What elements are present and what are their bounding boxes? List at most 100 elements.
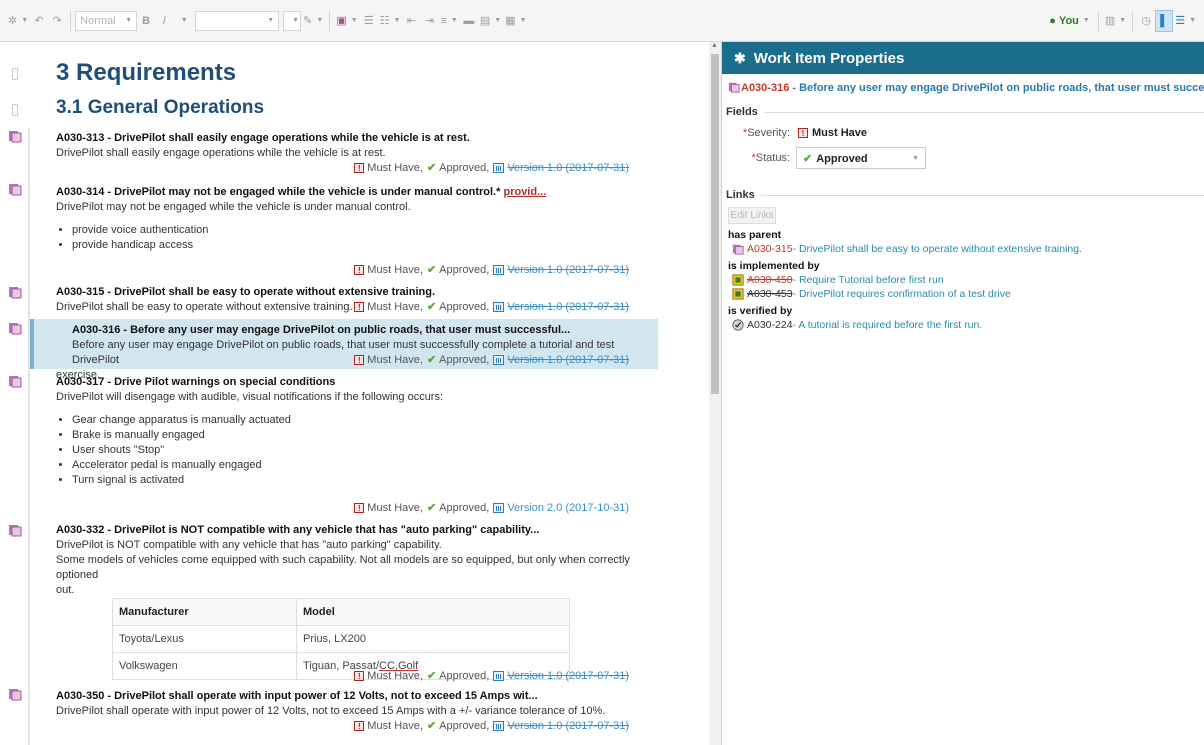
version-link[interactable]: Version 1.0 (2017-07-31) bbox=[507, 354, 629, 366]
heading-2: 3.1 General Operations bbox=[56, 97, 265, 118]
item-meta: ! Must Have, ✔ Approved, Version 1.0 (20… bbox=[354, 669, 629, 682]
linked-item[interactable]: A030-224 - A tutorial is required before… bbox=[732, 319, 1204, 331]
version-link[interactable]: Version 1.0 (2017-07-31) bbox=[507, 162, 629, 174]
severity-text: Must Have, bbox=[367, 263, 423, 276]
item-body: DrivePilot shall operate with input powe… bbox=[56, 705, 606, 717]
list-item: provide voice authentication bbox=[72, 223, 656, 238]
work-item-id: A030-316 bbox=[741, 82, 790, 94]
must-have-icon: ! bbox=[354, 502, 365, 513]
must-have-icon: ! bbox=[354, 162, 365, 173]
approved-icon: ✔ bbox=[426, 502, 437, 514]
linked-item-id: A030-453 bbox=[747, 288, 793, 300]
severity-text: Must Have, bbox=[367, 501, 423, 514]
chevron-down-icon: ▼ bbox=[912, 154, 919, 162]
item-title[interactable]: A030-313 - DrivePilot shall easily engag… bbox=[56, 131, 656, 146]
item-title[interactable]: A030-317 - Drive Pilot warnings on speci… bbox=[56, 375, 656, 390]
table-header-row: Manufacturer Model bbox=[112, 598, 570, 626]
user-button[interactable]: ● You ▼ bbox=[1045, 15, 1094, 27]
bullet-list: provide voice authentication provide han… bbox=[72, 223, 656, 253]
layout-icon[interactable]: ▥ ▼ bbox=[1103, 10, 1128, 32]
scrollbar-thumb[interactable] bbox=[711, 54, 719, 394]
version-icon bbox=[493, 162, 505, 173]
status-value: Approved bbox=[816, 152, 868, 165]
scroll-up-icon[interactable]: ▲ bbox=[711, 42, 718, 49]
version-link[interactable]: Version 1.0 (2017-07-31) bbox=[507, 720, 629, 732]
linked-item-title: - DrivePilot shall be easy to operate wi… bbox=[792, 243, 1083, 255]
editor-toolbar: ✲ ▼ ↶ ↷ Normal ▼ B I ▼ ▼ ▼ ✎ ▼ ▣ ▼ ☰ ☷ ▼ ⇤ ⇥ … bbox=[0, 0, 1204, 42]
bulleted-list-icon[interactable]: ☷ ▼ bbox=[378, 10, 403, 32]
outline-icon[interactable]: ☰ ▼ bbox=[1173, 10, 1198, 32]
outdent-icon[interactable]: ⇤ bbox=[402, 10, 420, 32]
item-meta: ! Must Have, ✔ Approved, Version 1.0 (20… bbox=[354, 263, 629, 276]
item-title[interactable]: A030-350 - DrivePilot shall operate with… bbox=[56, 689, 656, 704]
bookmark-marker bbox=[12, 68, 18, 80]
severity-value[interactable]: ! Must Have bbox=[798, 127, 867, 139]
history-icon[interactable]: ◷ bbox=[1137, 10, 1155, 32]
italic-button[interactable]: I bbox=[155, 10, 173, 32]
table-cell: Volkswagen bbox=[112, 652, 297, 680]
item-title[interactable]: A030-316 - Before any user may engage Dr… bbox=[72, 323, 652, 338]
font-select[interactable]: ▼ bbox=[195, 10, 280, 31]
document-editor[interactable]: 3 Requirements 3.1 General Operations A0… bbox=[0, 42, 709, 745]
linked-item[interactable]: A030-315 - DrivePilot shall be easy to o… bbox=[732, 243, 1204, 255]
user-label: You bbox=[1058, 14, 1079, 27]
work-item-313[interactable]: A030-313 - DrivePilot shall easily engag… bbox=[56, 131, 656, 161]
fields-section: Fields bbox=[726, 106, 1204, 118]
properties-panel-icon[interactable]: ▌ bbox=[1155, 9, 1174, 32]
links-section: Links bbox=[726, 189, 1204, 201]
status-text: Approved, bbox=[439, 353, 490, 366]
item-meta: ! Must Have, ✔ Approved, Version 1.0 (20… bbox=[354, 161, 629, 174]
linked-item-title: - Require Tutorial before first run bbox=[792, 274, 944, 286]
work-item-332[interactable]: A030-332 - DrivePilot is NOT compatible … bbox=[56, 523, 656, 598]
status-text: Approved, bbox=[439, 669, 490, 682]
edit-links-button[interactable]: Edit Links bbox=[728, 207, 776, 224]
version-link[interactable]: Version 1.0 (2017-07-31) bbox=[507, 301, 629, 313]
item-title[interactable]: A030-315 - DrivePilot shall be easy to o… bbox=[56, 285, 656, 300]
redo-icon[interactable]: ↷ bbox=[48, 10, 66, 32]
work-item-title-link[interactable]: A030-316 - Before any user may engage Dr… bbox=[728, 81, 1204, 94]
approved-icon: ✔ bbox=[426, 720, 437, 732]
item-title[interactable]: A030-332 - DrivePilot is NOT compatible … bbox=[56, 523, 656, 538]
linked-item[interactable]: A030-453 - DrivePilot requires confirmat… bbox=[732, 288, 1204, 300]
numbered-list-icon[interactable]: ☰ bbox=[360, 10, 378, 32]
item-title[interactable]: A030-314 - DrivePilot may not be engaged… bbox=[56, 185, 656, 200]
highlight-icon[interactable]: ✎ ▼ bbox=[301, 10, 325, 32]
align-icon[interactable]: ≡ ▼ bbox=[438, 10, 459, 32]
status-row: *Status: ✔ Approved ▼ bbox=[728, 147, 1204, 169]
version-link[interactable]: Version 1.0 (2017-07-31) bbox=[507, 670, 629, 682]
indent-icon[interactable]: ⇥ bbox=[420, 10, 438, 32]
approved-icon: ✔ bbox=[426, 670, 437, 682]
insert-workitem-icon[interactable]: ▣ ▼ bbox=[334, 10, 359, 32]
linked-item[interactable]: A030-450 - Require Tutorial before first… bbox=[732, 274, 1204, 286]
settings-icon[interactable]: ✲ ▼ bbox=[6, 10, 30, 32]
format-dropdown[interactable]: ▼ bbox=[173, 10, 191, 32]
work-item-350[interactable]: A030-350 - DrivePilot shall operate with… bbox=[56, 689, 656, 719]
size-select[interactable]: ▼ bbox=[283, 10, 302, 31]
severity-text: Must Have, bbox=[367, 353, 423, 366]
panel-title: Work Item Properties bbox=[753, 49, 905, 67]
table-icon[interactable]: ▦ ▼ bbox=[503, 10, 528, 32]
undo-icon[interactable]: ↶ bbox=[30, 10, 48, 32]
document-scrollbar[interactable]: ▲ bbox=[709, 42, 721, 745]
item-title-link[interactable]: provid... bbox=[503, 186, 546, 198]
status-select[interactable]: ✔ Approved ▼ bbox=[796, 147, 926, 169]
work-item-314[interactable]: A030-314 - DrivePilot may not be engaged… bbox=[56, 185, 656, 253]
item-meta: ! Must Have, ✔ Approved, Version 1.0 (20… bbox=[354, 353, 629, 366]
must-have-icon: ! bbox=[354, 354, 365, 365]
work-item-317[interactable]: A030-317 - Drive Pilot warnings on speci… bbox=[56, 375, 656, 488]
list-item: Brake is manually engaged bbox=[72, 428, 656, 443]
list-item: Turn signal is activated bbox=[72, 473, 656, 488]
version-link[interactable]: Version 1.0 (2017-07-31) bbox=[507, 264, 629, 276]
status-text: Approved, bbox=[439, 719, 490, 732]
insert-comment-icon[interactable]: ▤ ▼ bbox=[478, 10, 503, 32]
item-meta: ! Must Have, ✔ Approved, Version 1.0 (20… bbox=[354, 300, 629, 313]
version-icon bbox=[493, 720, 505, 731]
must-have-icon: ! bbox=[354, 670, 365, 681]
bold-button[interactable]: B bbox=[137, 10, 155, 32]
must-have-icon: ! bbox=[354, 264, 365, 275]
style-select[interactable]: Normal ▼ bbox=[75, 10, 138, 31]
linked-item-id: A030-224 bbox=[747, 319, 793, 331]
version-link[interactable]: Version 2.0 (2017-10-31) bbox=[507, 502, 629, 514]
approved-icon: ✔ bbox=[426, 301, 437, 313]
comment-icon[interactable]: ▬ bbox=[460, 10, 478, 32]
